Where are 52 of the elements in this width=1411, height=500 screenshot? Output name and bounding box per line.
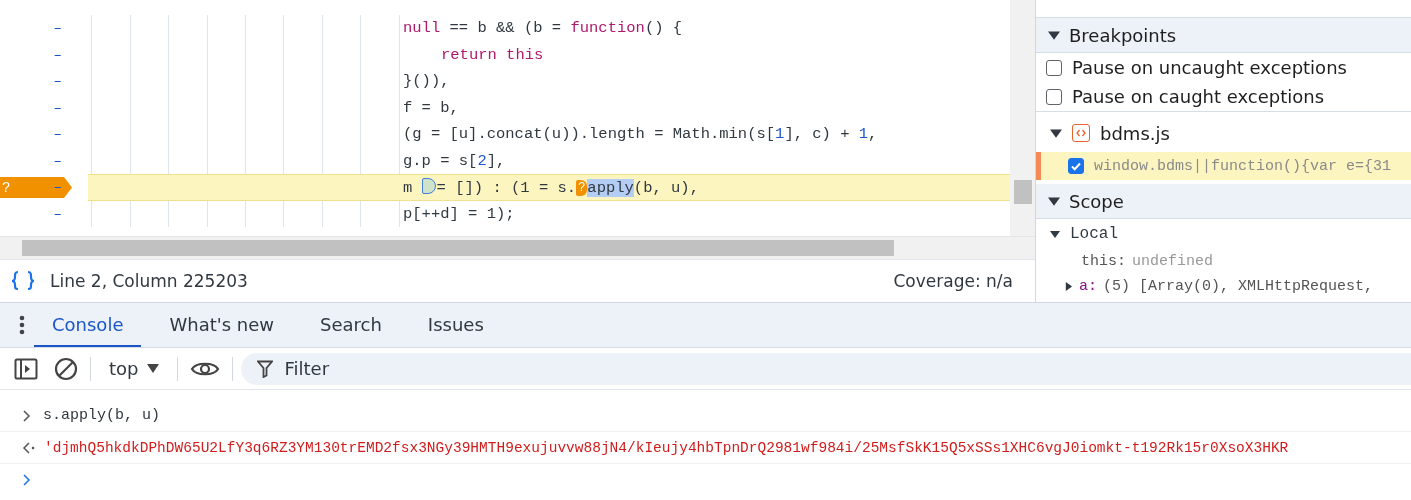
checkbox-label: Pause on uncaught exceptions <box>1072 57 1347 78</box>
pretty-print-icon[interactable] <box>10 270 36 292</box>
line-marker: – <box>53 99 62 116</box>
filter-field[interactable]: Filter <box>240 352 1411 385</box>
file-name[interactable]: bdms.js <box>1100 122 1170 144</box>
code-line: p[++d] = 1); <box>403 204 515 223</box>
checkbox[interactable] <box>1046 88 1062 105</box>
property-value: undefined <box>1132 253 1214 270</box>
code-line: m = []) : (1 = s.?apply(b, u), <box>403 177 699 197</box>
checkbox[interactable] <box>1068 158 1084 174</box>
horizontal-scrollbar[interactable] <box>0 236 1035 259</box>
line-marker: – <box>53 126 62 143</box>
line-marker: – <box>53 179 62 196</box>
cursor-position: Line 2, Column 225203 <box>50 271 248 291</box>
code-line: f = b, <box>403 98 459 117</box>
code-line: g.p = s[2], <box>403 151 506 170</box>
console-command: s.apply(b, u) <box>43 407 161 424</box>
line-marker: – <box>53 205 62 222</box>
expanded-triangle-icon <box>1048 195 1060 207</box>
context-dropdown[interactable]: top <box>99 358 169 379</box>
expanded-triangle-icon <box>1048 29 1060 41</box>
code-line: (g = [u].concat(u)).length = Math.min(s[1], c) + 1, <box>403 125 878 144</box>
drawer-tab[interactable]: What's new <box>151 303 292 347</box>
checkbox[interactable] <box>1046 59 1062 76</box>
line-marker: – <box>53 152 62 169</box>
code-line: return this <box>441 45 544 64</box>
section-header[interactable]: Breakpoints <box>1036 17 1411 53</box>
filter-icon <box>256 359 273 378</box>
caret-icon <box>146 364 159 373</box>
property-value: (5) [Array(0), XMLHttpRequest, <box>1103 278 1374 295</box>
scope-title[interactable]: Local <box>1070 225 1118 243</box>
result-arrow-icon <box>22 441 36 454</box>
drawer-tab[interactable]: Search <box>302 303 400 347</box>
line-marker: – <box>53 46 62 63</box>
console-result: 'djmhQ5hkdkDPhDW65U2LfY3q6RZ3YM130trEMD2fsx3NGy39HMTH9exujuvvw88jN4/kIeujy4hbTpnDrQ2981wf984i/25MsfSkK15Q5xSSs1XHC6vgJ0iomkt-t192Rk15r0XsoX3HKR <box>44 439 1289 456</box>
coverage-status: Coverage: n/a <box>893 271 1013 291</box>
vertical-scrollbar[interactable] <box>1010 0 1035 236</box>
code-line: null == b && (b = function() { <box>403 19 683 38</box>
property-name: this: <box>1081 253 1126 270</box>
section-header[interactable]: Scope <box>1036 184 1411 219</box>
property-name: a: <box>1079 278 1097 295</box>
script-file-icon <box>1072 124 1090 142</box>
collapsed-triangle-icon <box>1064 282 1073 291</box>
prompt-chevron-icon <box>22 409 31 422</box>
line-marker: – <box>53 73 62 90</box>
code-line: }()), <box>403 72 450 91</box>
checkbox-label: Pause on caught exceptions <box>1072 86 1325 107</box>
drawer-tab[interactable]: Issues <box>409 303 502 347</box>
prompt-chevron-icon[interactable] <box>22 473 31 486</box>
drawer-tab[interactable]: Console <box>34 303 142 347</box>
inline-breakpoint-icon[interactable] <box>421 177 436 194</box>
line-marker: – <box>53 20 62 37</box>
